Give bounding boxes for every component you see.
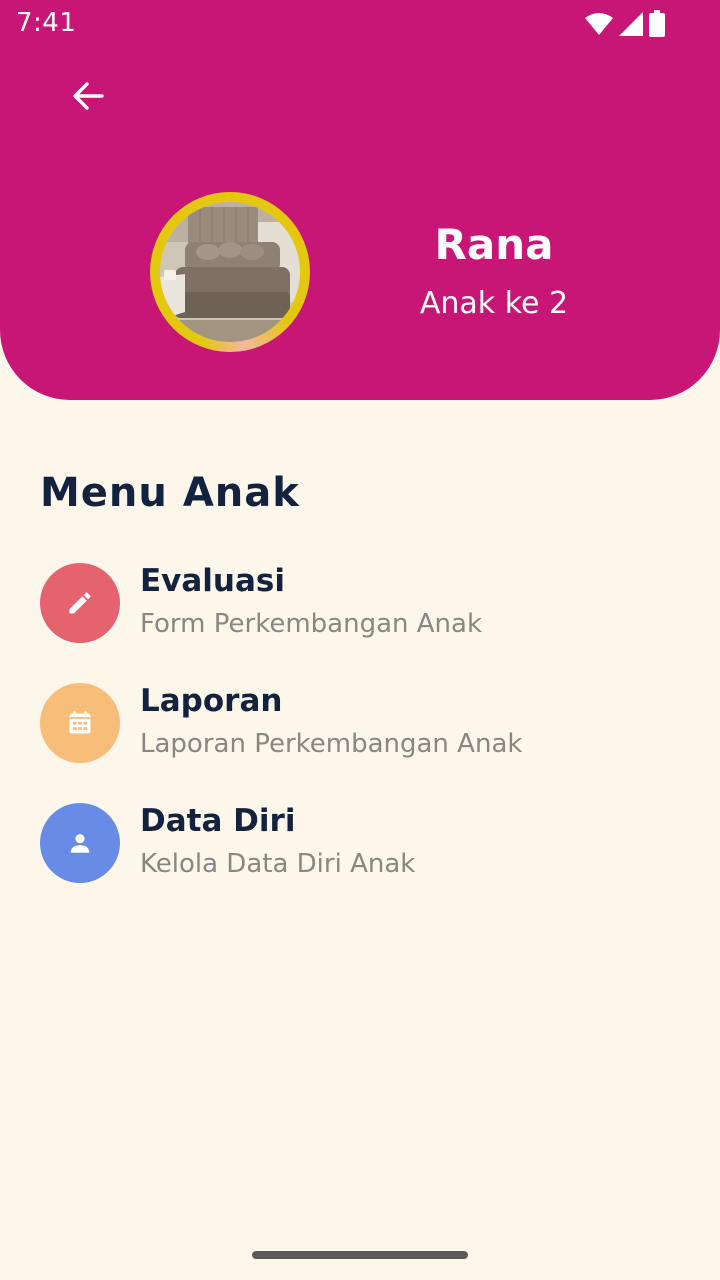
status-icons bbox=[584, 10, 666, 38]
menu-item-title: Evaluasi bbox=[140, 563, 285, 599]
menu-item-evaluasi[interactable]: Evaluasi Form Perkembangan Anak bbox=[40, 563, 680, 647]
arrow-left-icon bbox=[73, 82, 104, 110]
home-indicator[interactable] bbox=[252, 1251, 468, 1259]
profile-header bbox=[0, 0, 720, 400]
person-icon bbox=[70, 834, 90, 853]
laporan-icon-circle bbox=[40, 683, 120, 763]
avatar bbox=[150, 192, 310, 352]
calendar-icon bbox=[69, 711, 91, 734]
signal-icon bbox=[619, 12, 643, 36]
menu-item-data-diri[interactable]: Data Diri Kelola Data Diri Anak bbox=[40, 803, 680, 887]
status-bar: 7:41 bbox=[0, 0, 720, 48]
status-time: 7:41 bbox=[16, 8, 77, 38]
data-diri-icon-circle bbox=[40, 803, 120, 883]
menu-item-title: Data Diri bbox=[140, 803, 296, 839]
menu-item-subtitle: Form Perkembangan Anak bbox=[140, 609, 482, 639]
avatar-photo bbox=[160, 202, 300, 342]
menu-item-title: Laporan bbox=[140, 683, 283, 719]
evaluasi-icon-circle bbox=[40, 563, 120, 643]
wifi-icon bbox=[585, 13, 613, 35]
menu-item-subtitle: Laporan Perkembangan Anak bbox=[140, 729, 523, 759]
section-title: Menu Anak bbox=[40, 470, 300, 516]
menu-item-laporan[interactable]: Laporan Laporan Perkembangan Anak bbox=[40, 683, 680, 767]
pencil-icon bbox=[69, 592, 91, 614]
child-name: Rana bbox=[434, 220, 554, 269]
back-button[interactable] bbox=[60, 68, 116, 124]
menu-item-subtitle: Kelola Data Diri Anak bbox=[140, 849, 416, 879]
child-order: Anak ke 2 bbox=[419, 286, 569, 321]
battery-icon bbox=[649, 10, 665, 37]
